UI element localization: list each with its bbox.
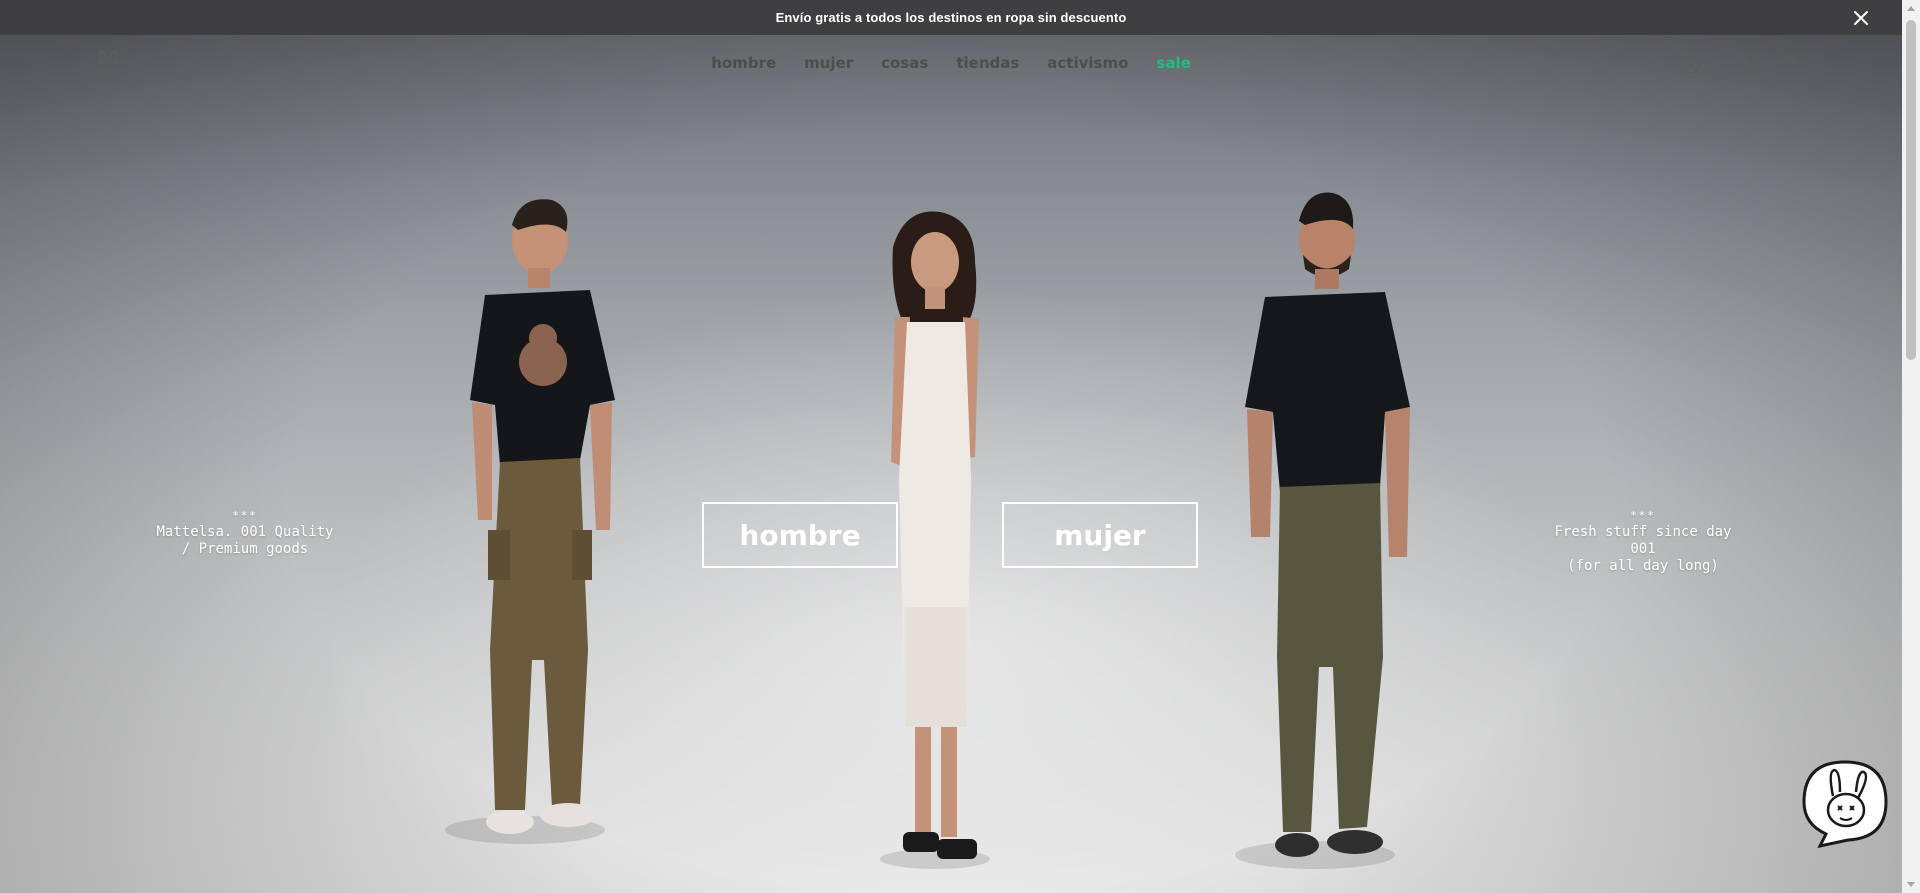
nav-menu: hombre mujer cosas tiendas activismo sal… (0, 54, 1902, 72)
hero-right-tagline: *** Fresh stuff since day 001 (for all d… (1538, 507, 1748, 575)
scroll-down-icon[interactable] (1907, 882, 1915, 887)
announcement-bar: Envío gratis a todos los destinos en rop… (0, 0, 1902, 35)
main-navigation: hombre mujer cosas tiendas activismo sal… (0, 35, 1902, 95)
hero-left-tagline: *** Mattelsa. 001 Quality / Premium good… (150, 507, 340, 558)
account-icon[interactable] (1680, 53, 1702, 75)
model-right-image (1235, 192, 1410, 869)
announcement-text: Envío gratis a todos los destinos en rop… (775, 10, 1127, 25)
nav-item-hombre[interactable]: hombre (711, 54, 776, 72)
left-tagline-line2: / Premium goods (181, 541, 309, 557)
left-tagline-stars: *** (232, 509, 258, 522)
model-left-image (445, 199, 615, 844)
nav-icons (1680, 53, 1802, 75)
nav-item-tiendas[interactable]: tiendas (956, 54, 1019, 72)
nav-item-activismo[interactable]: activismo (1047, 54, 1128, 72)
cta-mujer-button[interactable]: mujer (1002, 502, 1198, 568)
right-tagline-line1: Fresh stuff since day 001 (1554, 524, 1732, 557)
scroll-up-icon[interactable] (1907, 6, 1915, 11)
hero-banner (0, 35, 1902, 893)
search-icon[interactable] (1730, 53, 1752, 75)
cta-hombre-button[interactable]: hombre (702, 502, 898, 568)
page-scrollbar[interactable] (1902, 0, 1920, 893)
nav-item-sale[interactable]: sale (1156, 54, 1190, 72)
bag-icon[interactable] (1780, 53, 1802, 75)
close-icon[interactable] (1850, 7, 1872, 29)
right-tagline-stars: *** (1630, 509, 1656, 522)
left-tagline-line1: Mattelsa. 001 Quality (156, 524, 334, 540)
bunny-chat-icon[interactable] (1800, 758, 1890, 850)
scrollbar-thumb[interactable] (1906, 20, 1916, 360)
right-tagline-line2: (for all day long) (1567, 558, 1719, 574)
nav-item-mujer[interactable]: mujer (804, 54, 853, 72)
nav-item-cosas[interactable]: cosas (881, 54, 928, 72)
